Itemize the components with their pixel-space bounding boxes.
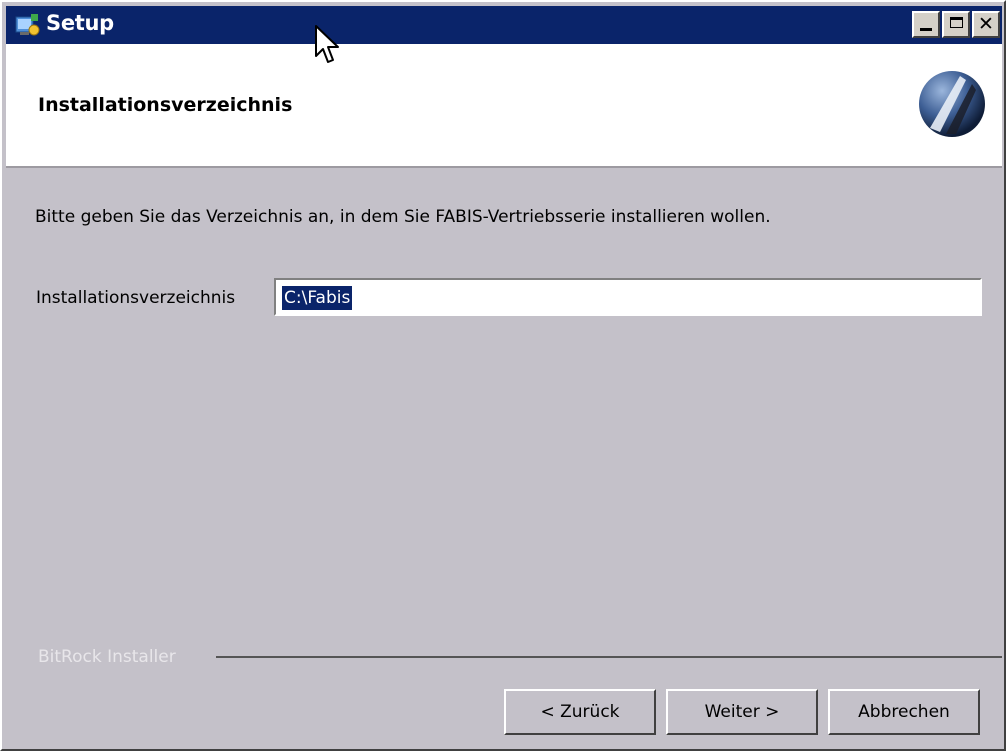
setup-window: Setup ✕ Installationsverzeichnis Bitte g…	[0, 0, 1006, 751]
back-button[interactable]: < Zurück	[504, 689, 656, 735]
installer-logo-icon	[919, 71, 985, 137]
directory-input-value: C:\Fabis	[282, 286, 353, 310]
cancel-button[interactable]: Abbrechen	[828, 689, 980, 735]
close-icon[interactable]: ✕	[972, 11, 1000, 38]
window-title: Setup	[46, 11, 114, 35]
title-bar[interactable]: Setup ✕	[6, 6, 1002, 44]
next-button[interactable]: Weiter >	[666, 689, 818, 735]
brand-label: BitRock Installer	[38, 647, 176, 667]
directory-input[interactable]: C:\Fabis	[274, 278, 982, 316]
intro-text: Bitte geben Sie das Verzeichnis an, in d…	[35, 207, 771, 227]
minimize-icon[interactable]	[912, 11, 940, 38]
maximize-icon[interactable]	[942, 11, 970, 38]
mouse-cursor-icon	[315, 25, 339, 63]
directory-label: Installationsverzeichnis	[36, 288, 236, 308]
setup-app-icon	[15, 14, 40, 36]
page-title: Installationsverzeichnis	[38, 94, 293, 116]
wizard-header: Installationsverzeichnis	[6, 44, 1002, 168]
footer-separator	[216, 656, 1002, 658]
